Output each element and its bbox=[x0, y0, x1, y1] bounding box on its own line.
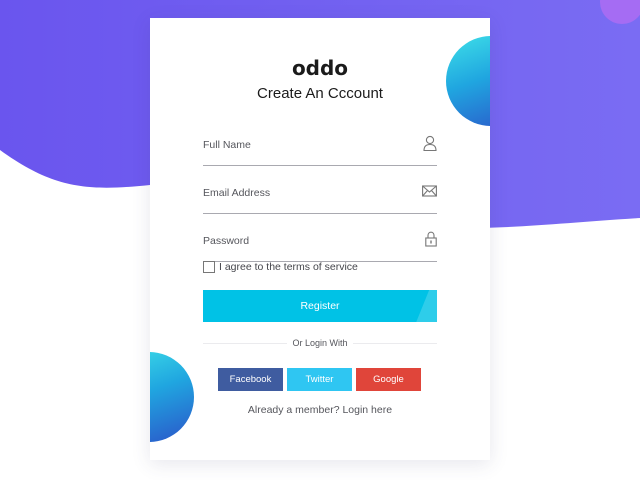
twitter-button[interactable]: Twitter bbox=[287, 368, 352, 391]
brand-logo: oddo bbox=[291, 56, 349, 80]
terms-row: I agree to the terms of service bbox=[203, 260, 358, 274]
register-corner-accent bbox=[415, 290, 437, 322]
terms-label: I agree to the terms of service bbox=[219, 261, 358, 273]
email-field[interactable]: Email Address bbox=[203, 178, 437, 214]
envelope-icon bbox=[422, 185, 437, 197]
email-label: Email Address bbox=[203, 187, 271, 199]
lock-icon bbox=[425, 231, 437, 247]
terms-checkbox[interactable] bbox=[203, 261, 215, 273]
form-title: Create An Cccount bbox=[257, 85, 383, 102]
user-icon bbox=[423, 135, 437, 151]
facebook-button[interactable]: Facebook bbox=[218, 368, 283, 391]
register-button[interactable]: Register bbox=[203, 290, 437, 322]
register-card: oddo Create An Cccount Full Name Email A… bbox=[150, 18, 490, 460]
google-button[interactable]: Google bbox=[356, 368, 421, 391]
full-name-label: Full Name bbox=[203, 139, 251, 151]
login-link[interactable]: Already a member? Login here bbox=[150, 404, 490, 416]
divider-line-right bbox=[353, 343, 437, 344]
login-divider: Or Login With bbox=[203, 336, 437, 350]
decorative-circle-left bbox=[150, 352, 194, 442]
password-field[interactable]: Password bbox=[203, 226, 437, 262]
full-name-field[interactable]: Full Name bbox=[203, 130, 437, 166]
register-label: Register bbox=[300, 300, 340, 312]
decorative-circle-right bbox=[446, 36, 490, 126]
password-label: Password bbox=[203, 235, 250, 247]
